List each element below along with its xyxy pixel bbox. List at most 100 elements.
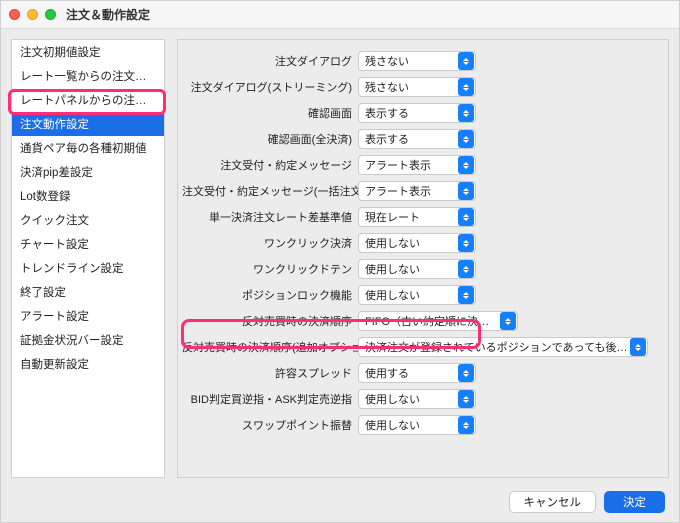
setting-select[interactable]: 残さない — [358, 77, 476, 97]
setting-row-10: 反対売買時の決済順序 FIFO（古い約定順に決済） — [182, 310, 658, 332]
setting-label: 注文ダイアログ — [182, 53, 358, 69]
setting-label: ワンクリックドテン — [182, 261, 358, 277]
setting-select[interactable]: 使用しない — [358, 389, 476, 409]
chevron-updown-icon — [458, 208, 474, 226]
chevron-updown-icon — [458, 78, 474, 96]
setting-row-1: 注文ダイアログ(ストリーミング) 残さない — [182, 76, 658, 98]
setting-select[interactable]: 使用しない — [358, 285, 476, 305]
setting-select[interactable]: 使用する — [358, 363, 476, 383]
setting-row-0: 注文ダイアログ残さない — [182, 50, 658, 72]
setting-select[interactable]: アラート表示 — [358, 155, 476, 175]
select-value: 残さない — [365, 53, 409, 69]
setting-label: 注文ダイアログ(ストリーミング) — [182, 79, 358, 95]
select-value: 使用しない — [365, 261, 420, 277]
setting-label: 確認画面 — [182, 105, 358, 121]
select-value: アラート表示 — [365, 183, 431, 199]
select-value: 使用しない — [365, 287, 420, 303]
setting-label: ポジションロック機能 — [182, 287, 358, 303]
setting-select[interactable]: アラート表示 — [358, 181, 476, 201]
traffic-lights — [9, 9, 56, 20]
sidebar-item-6[interactable]: Lot数登録 — [12, 184, 164, 208]
setting-label: 注文受付・約定メッセージ(一括注文) — [182, 183, 358, 199]
select-value: 使用しない — [365, 235, 420, 251]
setting-row-7: ワンクリック決済使用しない — [182, 232, 658, 254]
sidebar-item-7[interactable]: クイック注文 — [12, 208, 164, 232]
setting-label: BID判定買逆指・ASK判定売逆指 — [182, 391, 358, 407]
setting-label: 反対売買時の決済順序 — [182, 313, 358, 329]
chevron-updown-icon — [500, 312, 516, 330]
sidebar-item-11[interactable]: アラート設定 — [12, 304, 164, 328]
select-value: 表示する — [365, 131, 409, 147]
select-value: FIFO（古い約定順に決済） — [365, 313, 499, 329]
cancel-button[interactable]: キャンセル — [509, 491, 597, 513]
setting-row-2: 確認画面表示する — [182, 102, 658, 124]
chevron-updown-icon — [458, 364, 474, 382]
setting-row-6: 単一決済注文レート差基準値現在レート — [182, 206, 658, 228]
setting-label: 反対売買時の決済順序(追加オプション) — [182, 339, 358, 355]
sidebar-item-1[interactable]: レート一覧からの注文方法 — [12, 64, 164, 88]
setting-select[interactable]: 残さない — [358, 51, 476, 71]
setting-select[interactable]: 使用しない — [358, 415, 476, 435]
setting-label: 単一決済注文レート差基準値 — [182, 209, 358, 225]
sidebar-item-4[interactable]: 通貨ペア毎の各種初期値 — [12, 136, 164, 160]
titlebar: 注文＆動作設定 — [1, 1, 679, 29]
sidebar-item-10[interactable]: 終了設定 — [12, 280, 164, 304]
chevron-updown-icon — [458, 52, 474, 70]
setting-select[interactable]: 現在レート — [358, 207, 476, 227]
setting-label: スワップポイント振替 — [182, 417, 358, 433]
sidebar-item-2[interactable]: レートパネルからの注文方法 — [12, 88, 164, 112]
chevron-updown-icon — [458, 156, 474, 174]
setting-label: 許容スプレッド — [182, 365, 358, 381]
footer: キャンセル 決定 — [1, 482, 679, 522]
ok-button[interactable]: 決定 — [604, 491, 665, 513]
setting-row-13: BID判定買逆指・ASK判定売逆指使用しない — [182, 388, 658, 410]
setting-select[interactable]: 使用しない — [358, 233, 476, 253]
setting-row-3: 確認画面(全決済) 表示する — [182, 128, 658, 150]
setting-select[interactable]: 表示する — [358, 129, 476, 149]
settings-window: 注文＆動作設定 注文初期値設定レート一覧からの注文方法レートパネルからの注文方法… — [0, 0, 680, 523]
close-icon[interactable] — [9, 9, 20, 20]
chevron-updown-icon — [458, 104, 474, 122]
chevron-updown-icon — [458, 130, 474, 148]
setting-select[interactable]: 使用しない — [358, 259, 476, 279]
setting-row-8: ワンクリックドテン使用しない — [182, 258, 658, 280]
setting-label: 注文受付・約定メッセージ — [182, 157, 358, 173]
chevron-updown-icon — [458, 234, 474, 252]
select-value: 残さない — [365, 79, 409, 95]
content-panel: 注文ダイアログ残さない注文ダイアログ(ストリーミング)残さない確認画面表示する確… — [177, 39, 669, 478]
chevron-updown-icon — [458, 260, 474, 278]
setting-row-14: スワップポイント振替使用しない — [182, 414, 658, 436]
chevron-updown-icon — [458, 182, 474, 200]
select-value: 使用しない — [365, 417, 420, 433]
setting-row-12: 許容スプレッド使用する — [182, 362, 658, 384]
setting-row-11: 反対売買時の決済順序(追加オプション) 決済注文が登録されているポジションであって… — [182, 336, 658, 358]
sidebar-item-0[interactable]: 注文初期値設定 — [12, 40, 164, 64]
sidebar: 注文初期値設定レート一覧からの注文方法レートパネルからの注文方法注文動作設定通貨… — [11, 39, 165, 478]
setting-label: ワンクリック決済 — [182, 235, 358, 251]
setting-select[interactable]: 決済注文が登録されているポジションであっても後回ししない — [358, 337, 648, 357]
chevron-updown-icon — [630, 338, 646, 356]
setting-select[interactable]: 表示する — [358, 103, 476, 123]
select-value: 表示する — [365, 105, 409, 121]
chevron-updown-icon — [458, 390, 474, 408]
sidebar-item-9[interactable]: トレンドライン設定 — [12, 256, 164, 280]
select-value: アラート表示 — [365, 157, 431, 173]
sidebar-item-8[interactable]: チャート設定 — [12, 232, 164, 256]
sidebar-item-5[interactable]: 決済pip差設定 — [12, 160, 164, 184]
chevron-updown-icon — [458, 286, 474, 304]
setting-label: 確認画面(全決済) — [182, 131, 358, 147]
chevron-updown-icon — [458, 416, 474, 434]
select-value: 現在レート — [365, 209, 420, 225]
setting-row-9: ポジションロック機能使用しない — [182, 284, 658, 306]
setting-select[interactable]: FIFO（古い約定順に決済） — [358, 311, 518, 331]
body: 注文初期値設定レート一覧からの注文方法レートパネルからの注文方法注文動作設定通貨… — [1, 29, 679, 482]
minimize-icon[interactable] — [27, 9, 38, 20]
sidebar-item-12[interactable]: 証拠金状況バー設定 — [12, 328, 164, 352]
zoom-icon[interactable] — [45, 9, 56, 20]
select-value: 決済注文が登録されているポジションであっても後回ししない — [365, 339, 629, 355]
sidebar-item-3[interactable]: 注文動作設定 — [12, 112, 164, 136]
setting-row-4: 注文受付・約定メッセージアラート表示 — [182, 154, 658, 176]
window-title: 注文＆動作設定 — [66, 6, 150, 23]
select-value: 使用しない — [365, 391, 420, 407]
sidebar-item-13[interactable]: 自動更新設定 — [12, 352, 164, 376]
